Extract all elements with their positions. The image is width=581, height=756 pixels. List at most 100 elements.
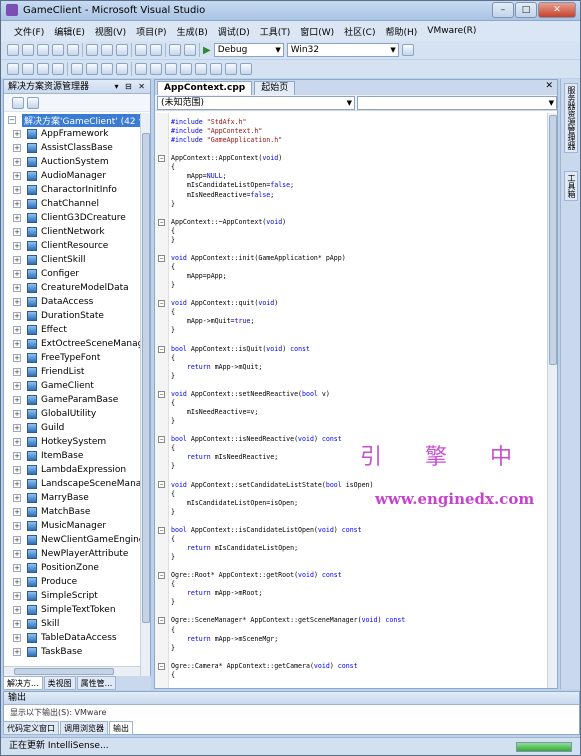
expand-icon[interactable]: +	[13, 144, 21, 152]
project-node[interactable]: + ClientResource	[4, 239, 140, 253]
menu-item[interactable]: 视图(V)	[90, 25, 131, 38]
scrollbar-thumb[interactable]	[142, 133, 150, 623]
code-line[interactable]: }	[171, 236, 405, 245]
menu-item[interactable]: 工具(T)	[255, 25, 296, 38]
code-line[interactable]: {	[171, 535, 405, 544]
code-line[interactable]: #include "AppContext.h"	[171, 127, 405, 136]
project-node[interactable]: + GameParamBase	[4, 393, 140, 407]
project-node[interactable]: + ClientSkill	[4, 253, 140, 267]
code-line[interactable]: mIsNeedReactive=v;	[171, 408, 405, 417]
expand-icon[interactable]: +	[13, 536, 21, 544]
fold-toggle-icon[interactable]: −	[158, 526, 165, 534]
project-node[interactable]: + AssistClassBase	[4, 141, 140, 155]
code-line[interactable]: }	[171, 644, 405, 653]
code-line[interactable]: }	[171, 281, 405, 290]
project-node[interactable]: + DurationState	[4, 309, 140, 323]
close-document-icon[interactable]: ✕	[545, 81, 553, 91]
project-node[interactable]: + Skill	[4, 617, 140, 631]
code-line[interactable]: AppContext::~AppContext(void)	[171, 218, 405, 227]
code-line[interactable]	[171, 653, 405, 662]
left-panel-tab[interactable]: 解决方...	[3, 676, 43, 690]
expand-icon[interactable]: +	[13, 228, 21, 236]
expand-icon[interactable]: +	[13, 494, 21, 502]
project-node[interactable]: + GameClient	[4, 379, 140, 393]
find-in-files-icon[interactable]	[401, 44, 414, 56]
expand-icon[interactable]: +	[13, 438, 21, 446]
code-line[interactable]: mIsNeedReactive=false;	[171, 191, 405, 200]
project-node[interactable]: + NewPlayerAttribute	[4, 547, 140, 561]
project-node[interactable]: + ChatChannel	[4, 197, 140, 211]
view-icon-2[interactable]	[150, 63, 162, 75]
menu-item[interactable]: 项目(P)	[131, 25, 171, 38]
view-icon-7[interactable]	[225, 63, 237, 75]
project-node[interactable]: + NewClientGameEngine	[4, 533, 140, 547]
tab-start-page[interactable]: 起始页	[254, 81, 296, 95]
code-line[interactable]	[171, 562, 405, 571]
save-icon[interactable]	[52, 44, 64, 56]
code-line[interactable]: #include "StdAfx.h"	[171, 118, 405, 127]
expand-icon[interactable]: +	[13, 368, 21, 376]
bottom-tab[interactable]: 输出	[109, 721, 133, 735]
bottom-tab[interactable]: 代码定义窗口	[3, 721, 59, 735]
code-line[interactable]: {	[171, 490, 405, 499]
expand-icon[interactable]: +	[13, 634, 21, 642]
expand-icon[interactable]: +	[13, 214, 21, 222]
solution-tree-vertical-scrollbar[interactable]	[140, 113, 150, 676]
code-line[interactable]: {	[171, 163, 405, 172]
expand-icon[interactable]: +	[13, 480, 21, 488]
code-line[interactable]	[171, 245, 405, 254]
properties-icon[interactable]	[12, 96, 24, 109]
expand-icon[interactable]: +	[13, 312, 21, 320]
project-node[interactable]: + FreeTypeFont	[4, 351, 140, 365]
project-node[interactable]: + AudioManager	[4, 169, 140, 183]
code-line[interactable]	[171, 426, 405, 435]
collapse-icon[interactable]: −	[8, 116, 16, 124]
code-line[interactable]: return mIsCandidateListOpen;	[171, 544, 405, 553]
project-node[interactable]: + CreatureModelData	[4, 281, 140, 295]
next-bookmark-icon[interactable]	[101, 63, 113, 75]
menu-item[interactable]: 生成(B)	[172, 25, 213, 38]
expand-icon[interactable]: +	[13, 130, 21, 138]
project-node[interactable]: + LambdaExpression	[4, 463, 140, 477]
solution-root-node[interactable]: − 解决方案'GameClient' (42 个	[4, 113, 140, 127]
code-line[interactable]: {	[171, 308, 405, 317]
cut-icon[interactable]	[86, 44, 98, 56]
code-lines[interactable]: #include "StdAfx.h" #include "AppContext.…	[171, 118, 405, 680]
code-line[interactable]: }	[171, 598, 405, 607]
view-icon-8[interactable]	[240, 63, 252, 75]
fold-toggle-icon[interactable]: −	[158, 617, 165, 625]
code-line[interactable]: return mApp->mSceneMgr;	[171, 635, 405, 644]
expand-icon[interactable]: +	[13, 172, 21, 180]
start-debugging-icon[interactable]: ▶	[203, 45, 211, 56]
fold-toggle-icon[interactable]: −	[158, 481, 165, 489]
project-node[interactable]: + ExtOctreeSceneManage	[4, 337, 140, 351]
code-line[interactable]: bool AppContext::isCandidateListOpen(voi…	[171, 526, 405, 535]
code-line[interactable]: {	[171, 626, 405, 635]
project-node[interactable]: + MatchBase	[4, 505, 140, 519]
code-line[interactable]	[171, 145, 405, 154]
expand-icon[interactable]: +	[13, 158, 21, 166]
fold-toggle-icon[interactable]: −	[158, 345, 165, 353]
view-icon-5[interactable]	[195, 63, 207, 75]
editor-vertical-scrollbar[interactable]	[547, 113, 557, 688]
code-line[interactable]	[171, 607, 405, 616]
code-line[interactable]	[171, 381, 405, 390]
expand-icon[interactable]: +	[13, 340, 21, 348]
expand-icon[interactable]: +	[13, 256, 21, 264]
expand-icon[interactable]: +	[13, 648, 21, 656]
code-line[interactable]: void AppContext::setCandidateListState(b…	[171, 481, 405, 490]
project-node[interactable]: + SimpleScript	[4, 589, 140, 603]
new-project-icon[interactable]	[7, 44, 19, 56]
project-node[interactable]: + LandscapeSceneManag	[4, 477, 140, 491]
expand-icon[interactable]: +	[13, 354, 21, 362]
menu-item[interactable]: VMware(R)	[422, 26, 481, 36]
expand-icon[interactable]: +	[13, 606, 21, 614]
tab-appcontext-cpp[interactable]: AppContext.cpp	[157, 81, 253, 95]
expand-icon[interactable]: +	[13, 410, 21, 418]
minimize-button[interactable]: –	[492, 2, 514, 18]
redo-icon[interactable]	[150, 44, 162, 56]
expand-icon[interactable]: +	[13, 522, 21, 530]
code-line[interactable]: Ogre::Camera* AppContext::getCamera(void…	[171, 662, 405, 671]
expand-icon[interactable]: +	[13, 592, 21, 600]
expand-icon[interactable]: +	[13, 326, 21, 334]
